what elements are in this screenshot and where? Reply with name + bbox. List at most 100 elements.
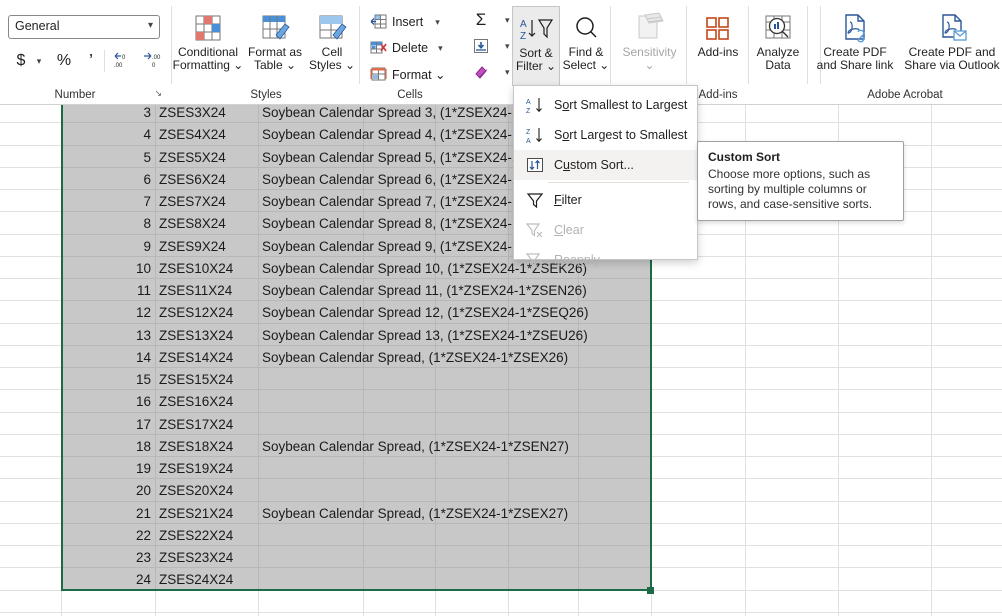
svg-text:.00: .00 [114,63,123,69]
menu-item-sort-smallest-to-largest[interactable]: A Z Sort Smallest to Largest [514,90,697,120]
chevron-down-icon[interactable]: ▾ [438,43,443,54]
cell-symbol[interactable]: ZSES17X24 [155,413,258,435]
sort-and-filter-button[interactable]: A Z Sort & Filter ⌄ [512,6,560,86]
find-and-select-button[interactable]: Find & Select ⌄ [562,6,610,84]
insert-cells-button[interactable]: Insert ▾ [368,10,460,34]
cell-symbol[interactable]: ZSES16X24 [155,390,258,412]
cell-symbol[interactable]: ZSES4X24 [155,123,258,145]
cell-row-number[interactable]: 9 [61,235,155,257]
sensitivity-button[interactable]: Sensitivity ⌄ [612,6,687,84]
cell-row-number[interactable]: 11 [61,279,155,301]
ribbon-group-label-cells: Cells [397,89,423,101]
clear-button[interactable]: ▾ [471,60,515,84]
cell-row-number[interactable]: 5 [61,146,155,168]
cell-row-number[interactable]: 13 [61,324,155,346]
cell-symbol[interactable]: ZSES13X24 [155,324,258,346]
create-pdf-and-share-via-outlook-button[interactable]: Create PDF and Share via Outlook [902,6,1002,84]
cell-symbol[interactable]: ZSES20X24 [155,479,258,501]
cell-symbol[interactable]: ZSES8X24 [155,212,258,234]
increase-decimal-button[interactable]: 0 .00 [108,48,134,74]
cell-styles-button[interactable]: Cell Styles ⌄ [306,6,358,84]
create-pdf-outlook-icon [937,9,967,43]
cell-row-number[interactable]: 18 [61,435,155,457]
accounting-format-button[interactable]: $ [10,48,32,74]
sort-and-filter-menu[interactable]: A Z Sort Smallest to Largest Z A Sort Largest… [513,85,698,269]
cell-description[interactable]: Soybean Calendar Spread 11, (1*ZSEX24-1*… [258,279,798,301]
cell-symbol[interactable]: ZSES12X24 [155,301,258,323]
cell-description[interactable]: Soybean Calendar Spread 12, (1*ZSEX24-1*… [258,301,798,323]
decrease-decimal-button[interactable]: .00 0 [138,48,164,74]
number-format-combobox[interactable]: General ▾ [8,15,160,39]
cell-symbol[interactable]: ZSES19X24 [155,457,258,479]
cell-symbol[interactable]: ZSES18X24 [155,435,258,457]
menu-item-custom-sort[interactable]: Custom Sort... [514,150,697,180]
cell-symbol[interactable]: ZSES6X24 [155,168,258,190]
cell-symbol[interactable]: ZSES21X24 [155,502,258,524]
cell-styles-label-2: Styles ⌄ [308,58,356,72]
cell-symbol[interactable]: ZSES7X24 [155,190,258,212]
number-dialog-launcher[interactable]: ↘ [154,89,162,98]
cell-symbol[interactable]: ZSES5X24 [155,146,258,168]
sensitivity-icon [633,9,667,43]
autosum-button[interactable]: Σ ▾ [471,8,515,32]
cell-symbol[interactable]: ZSES3X24 [155,105,258,123]
cell-row-number[interactable]: 17 [61,413,155,435]
format-cells-icon [368,65,388,83]
menu-item-filter[interactable]: Filter [514,185,697,215]
cell-row-number[interactable]: 14 [61,346,155,368]
cell-row-number[interactable]: 7 [61,190,155,212]
cell-description[interactable]: Soybean Calendar Spread, (1*ZSEX24-1*ZSE… [258,435,798,457]
comma-style-button[interactable]: ’ [80,48,102,74]
fill-handle[interactable] [647,587,654,594]
cell-row-number[interactable]: 10 [61,257,155,279]
cell-symbol[interactable]: ZSES9X24 [155,235,258,257]
chevron-down-icon[interactable]: ▾ [435,17,440,28]
cell-symbol[interactable]: ZSES23X24 [155,546,258,568]
format-as-table-button[interactable]: Format as Table ⌄ [246,6,304,84]
svg-text:Z: Z [526,129,531,136]
add-ins-button[interactable]: Add-ins [688,6,748,84]
cell-row-number[interactable]: 15 [61,368,155,390]
cell-description[interactable]: Soybean Calendar Spread 13, (1*ZSEX24-1*… [258,324,798,346]
cell-row-number[interactable]: 4 [61,123,155,145]
cell-row-number[interactable]: 23 [61,546,155,568]
cell-row-number[interactable]: 22 [61,524,155,546]
cell-row-number[interactable]: 12 [61,301,155,323]
sort-az-icon: AZ [522,94,548,116]
chevron-down-icon[interactable]: ▾ [505,67,510,78]
cell-row-number[interactable]: 19 [61,457,155,479]
cell-symbol[interactable]: ZSES14X24 [155,346,258,368]
analyze-data-button[interactable]: Analyze Data [749,6,807,84]
svg-text:0: 0 [122,55,126,61]
menu-item-sort-largest-to-smallest[interactable]: Z A Sort Largest to Smallest [514,120,697,150]
cell-row-number[interactable]: 16 [61,390,155,412]
cell-row-number[interactable]: 24 [61,568,155,590]
cell-symbol[interactable]: ZSES24X24 [155,568,258,590]
cell-row-number[interactable]: 21 [61,502,155,524]
percent-style-button[interactable]: % [52,48,76,74]
conditional-formatting-button[interactable]: Conditional Formatting ⌄ [172,6,244,84]
ribbon-group-styles: Conditional Formatting ⌄ Format as Table… [172,0,360,105]
svg-text:0: 0 [152,63,156,69]
cell-row-number[interactable]: 3 [61,105,155,123]
format-cells-button[interactable]: Format ⌄ [368,62,460,86]
cell-symbol[interactable]: ZSES11X24 [155,279,258,301]
chevron-down-icon[interactable]: ▾ [505,41,510,52]
delete-cells-button[interactable]: Delete ▾ [368,36,460,60]
cell-symbol[interactable]: ZSES15X24 [155,368,258,390]
cell-row-number[interactable]: 20 [61,479,155,501]
fill-button[interactable]: ▾ [471,34,515,58]
cell-symbol[interactable]: ZSES10X24 [155,257,258,279]
chevron-down-icon: ▾ [36,55,42,66]
cell-row-number[interactable]: 6 [61,168,155,190]
create-pdf-and-share-link-button[interactable]: Create PDF and Share link [808,6,902,84]
conditional-formatting-label-2: Formatting ⌄ [172,58,244,72]
chevron-down-icon[interactable]: ▾ [505,15,510,26]
accounting-format-dropdown[interactable]: ▾ [32,48,46,74]
cell-description[interactable]: Soybean Calendar Spread, (1*ZSEX24-1*ZSE… [258,346,798,368]
filter-reapply-icon [522,249,548,271]
cell-row-number[interactable]: 8 [61,212,155,234]
cell-description[interactable]: Soybean Calendar Spread, (1*ZSEX24-1*ZSE… [258,502,798,524]
cell-symbol[interactable]: ZSES22X24 [155,524,258,546]
create-pdf-outlook-label-2: Share via Outlook [904,58,1000,72]
